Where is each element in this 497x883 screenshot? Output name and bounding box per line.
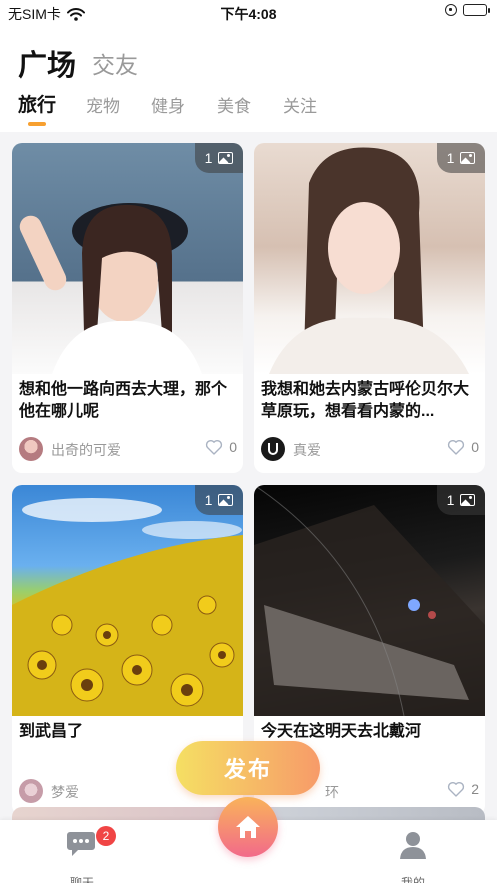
author-name[interactable]: 真爱 <box>293 440 321 460</box>
avatar[interactable] <box>19 779 43 803</box>
image-icon <box>218 152 234 164</box>
person-icon <box>400 832 426 859</box>
category-tabs: 旅行 宠物 健身 美食 关注 <box>0 92 497 126</box>
home-button[interactable] <box>218 797 278 857</box>
image-count-badge: 1 <box>437 485 485 515</box>
image-icon <box>460 494 476 506</box>
tab-chat-label: 聊天 <box>69 876 94 883</box>
like-button[interactable]: 0 <box>447 439 479 455</box>
tab-indicator <box>28 122 46 126</box>
publish-button[interactable]: 发布 <box>176 741 320 795</box>
post-caption[interactable]: 我想和她去内蒙古呼伦贝尔大草原玩，想看看内蒙的... <box>261 379 477 423</box>
image-count-badge: 1 <box>195 485 243 515</box>
like-count: 2 <box>471 781 479 797</box>
tab-me[interactable]: 我的 <box>383 830 443 883</box>
battery-icon <box>463 4 490 16</box>
like-count: 0 <box>229 439 237 455</box>
post-photo[interactable]: 1 <box>254 143 485 374</box>
author-name[interactable]: 出奇的可爱 <box>51 440 121 460</box>
heart-icon <box>448 781 465 797</box>
post-caption[interactable]: 想和他一路向西去大理，那个他在哪儿呢 <box>19 379 235 423</box>
post-caption[interactable]: 到武昌了 <box>19 721 235 743</box>
image-icon <box>460 152 476 164</box>
post-meta: 真爱 0 <box>261 437 479 461</box>
tab-pets[interactable]: 宠物 <box>86 92 120 117</box>
sunflower-field-illustration <box>12 498 243 716</box>
tab-travel[interactable]: 旅行 <box>18 90 56 117</box>
like-button[interactable]: 2 <box>447 781 479 797</box>
page-title[interactable]: 广场 <box>18 42 76 84</box>
post-card[interactable]: 1 我想和她去内蒙古呼伦贝尔大草原玩，想看看内蒙的... 真爱 0 <box>254 143 485 473</box>
portrait-illustration <box>19 203 202 374</box>
post-card[interactable] <box>12 807 243 820</box>
status-time: 下午4:08 <box>220 6 277 22</box>
status-bar: 无SIM卡 下午4:08 <box>0 0 497 26</box>
like-button[interactable]: 0 <box>205 439 237 455</box>
image-count-badge: 1 <box>437 143 485 173</box>
post-photo[interactable]: 1 <box>12 143 243 374</box>
chat-icon <box>67 832 95 856</box>
heart-icon <box>206 439 223 455</box>
tab-me-label: 我的 <box>400 876 425 883</box>
header: 广场 交友 旅行 宠物 健身 美食 关注 <box>0 26 497 132</box>
post-card[interactable] <box>254 807 485 820</box>
avatar[interactable] <box>261 437 285 461</box>
portrait-illustration <box>269 147 469 374</box>
tab-food[interactable]: 美食 <box>217 92 251 117</box>
author-name[interactable]: 环 <box>325 782 339 802</box>
post-feed[interactable]: 1 想和他一路向西去大理，那个他在哪儿呢 出奇的可爱 0 1 我想和她去内蒙古呼… <box>0 132 497 820</box>
heart-icon <box>448 439 465 455</box>
orientation-lock-icon <box>445 4 457 16</box>
tab-fitness[interactable]: 健身 <box>151 92 185 117</box>
like-count: 0 <box>471 439 479 455</box>
avatar[interactable] <box>19 437 43 461</box>
author-name[interactable]: 梦爱 <box>51 782 79 802</box>
post-photo[interactable]: 1 <box>254 485 485 716</box>
post-caption[interactable]: 今天在这明天去北戴河 <box>261 721 477 743</box>
tab-following[interactable]: 关注 <box>283 92 317 117</box>
image-count-badge: 1 <box>195 143 243 173</box>
home-icon <box>236 816 260 838</box>
page-subtitle-tab[interactable]: 交友 <box>92 46 138 80</box>
post-card[interactable]: 1 想和他一路向西去大理，那个他在哪儿呢 出奇的可爱 0 <box>12 143 243 473</box>
image-icon <box>218 494 234 506</box>
post-meta: 出奇的可爱 0 <box>19 437 237 461</box>
unread-badge: 2 <box>96 826 116 846</box>
night-car-illustration <box>254 485 485 716</box>
post-photo[interactable]: 1 <box>12 485 243 716</box>
